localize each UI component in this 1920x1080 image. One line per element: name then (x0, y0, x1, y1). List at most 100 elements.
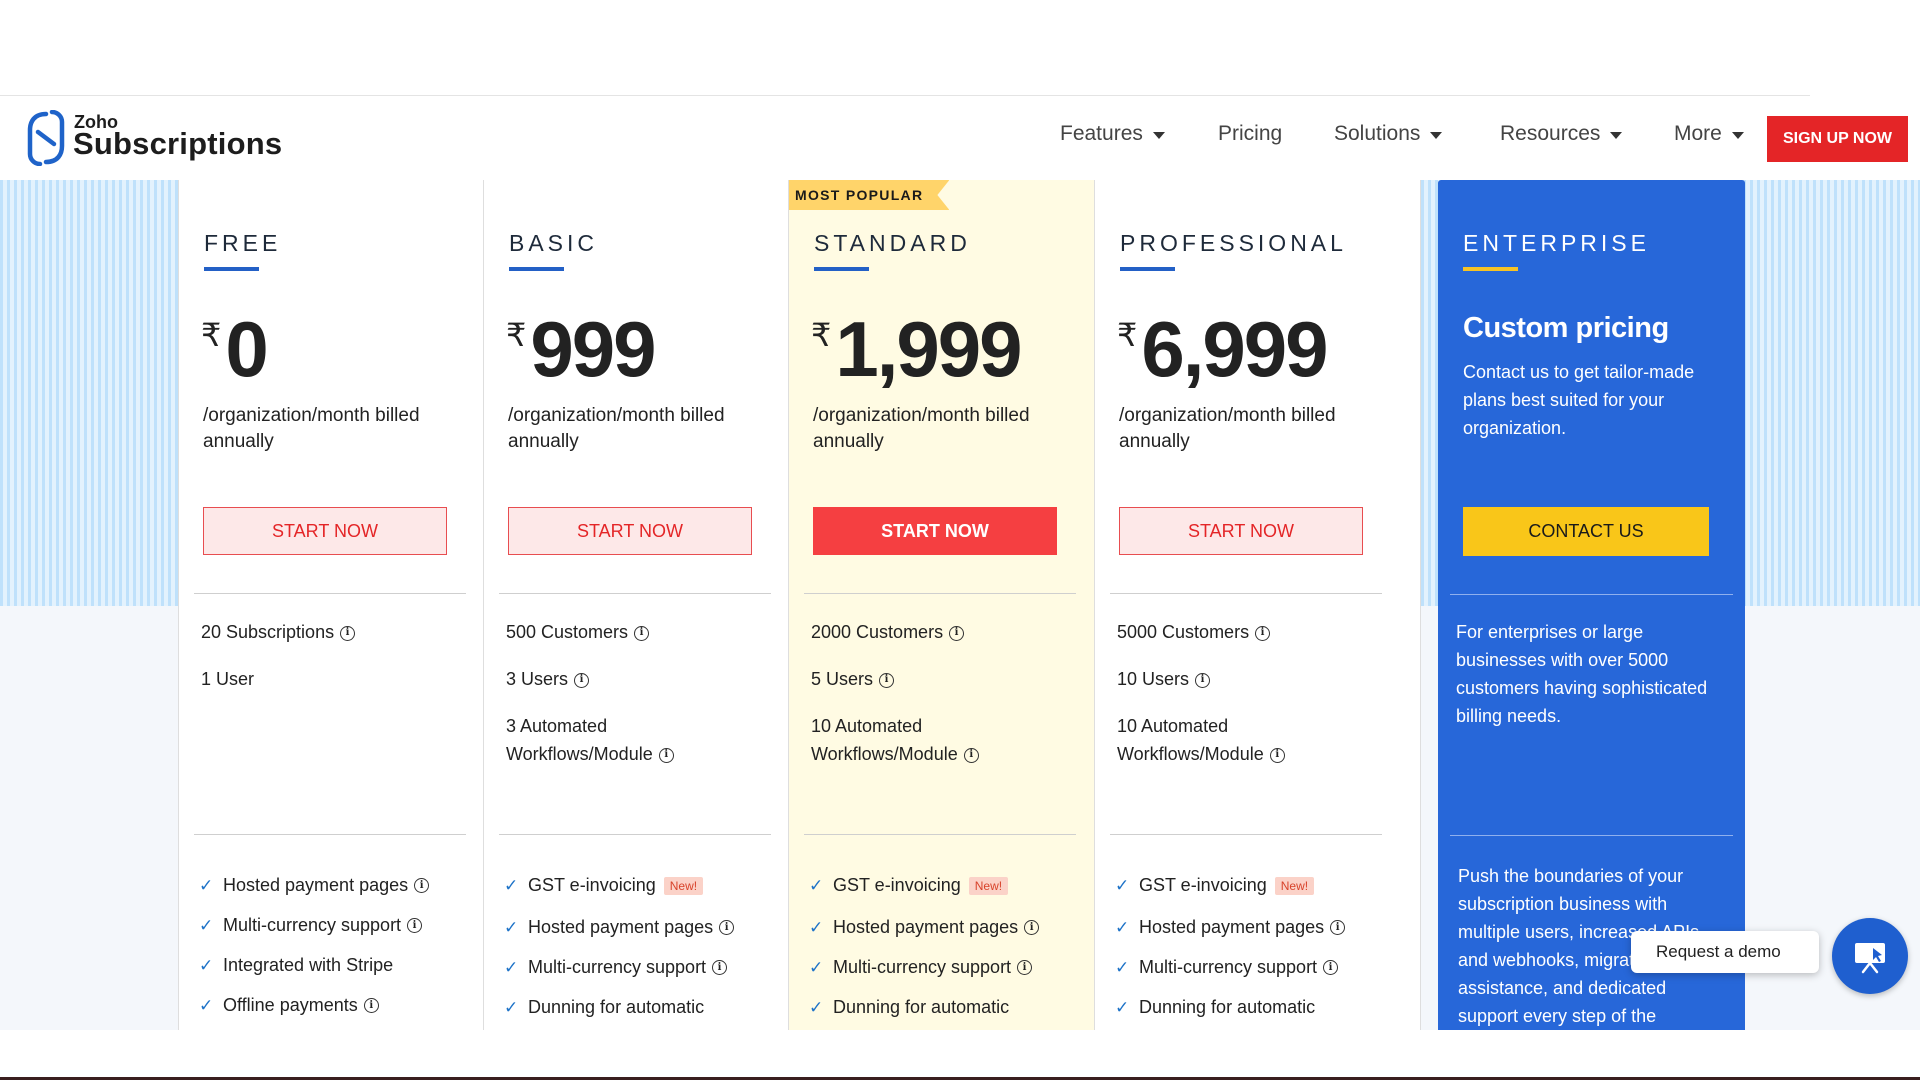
plan-card-enterprise: ENTERPRISE Custom pricing Contact us to … (1438, 180, 1745, 1030)
plan-name: STANDARD (814, 230, 971, 256)
navbar: Zoho Subscriptions Features Pricing Solu… (0, 96, 1920, 180)
nav-more[interactable]: More (1674, 122, 1744, 146)
nav-solutions-label: Solutions (1334, 122, 1421, 145)
plan-name-underline (204, 267, 259, 271)
plan-limit: 10 Automated Workflows/Module i (811, 712, 1011, 768)
check-icon: ✓ (1115, 997, 1130, 1017)
divider (194, 593, 466, 594)
info-icon[interactable]: i (1024, 920, 1040, 935)
request-demo-tooltip[interactable]: Request a demo (1631, 931, 1819, 973)
price-amount: 1,999 (835, 305, 1022, 393)
request-demo-button[interactable] (1832, 918, 1908, 994)
nav-resources-label: Resources (1500, 122, 1601, 145)
sign-up-button[interactable]: SIGN UP NOW (1767, 116, 1908, 162)
plan-name-underline (509, 267, 564, 271)
limit-text: 10 Automated Workflows/Module (811, 716, 958, 764)
feature-text: Hosted payment pages (223, 875, 409, 895)
check-icon: ✓ (809, 917, 824, 937)
plan-name-underline (814, 267, 869, 271)
plan-name: FREE (204, 230, 282, 256)
info-icon[interactable]: i (407, 918, 423, 933)
check-icon: ✓ (199, 915, 214, 935)
plan-limit: 2000 Customers i (811, 618, 1071, 646)
info-icon[interactable]: i (1255, 625, 1271, 641)
feature-item: ✓ Dunning for automatic (809, 997, 1009, 1018)
check-icon: ✓ (504, 875, 519, 895)
info-icon[interactable]: i (879, 672, 895, 688)
info-icon[interactable]: i (719, 920, 735, 935)
info-icon[interactable]: i (658, 747, 674, 763)
feature-item: ✓ Dunning for automatic (1115, 997, 1315, 1018)
currency-symbol: ₹ (1117, 317, 1138, 353)
nav-more-label: More (1674, 122, 1722, 145)
info-icon[interactable]: i (1330, 920, 1346, 935)
info-icon[interactable]: i (634, 625, 650, 641)
check-icon: ✓ (504, 997, 519, 1017)
chevron-down-icon (1731, 131, 1744, 139)
most-popular-ribbon: MOST POPULAR (789, 180, 949, 210)
info-icon[interactable]: i (340, 625, 356, 641)
limit-text: 3 Users (506, 669, 569, 689)
check-icon: ✓ (199, 875, 214, 895)
limit-text: 5 Users (811, 669, 874, 689)
info-icon[interactable]: i (963, 747, 979, 763)
plan-limit: 3 Users i (506, 665, 766, 693)
zoho-subscriptions-logo[interactable]: Zoho Subscriptions (26, 110, 286, 166)
nav-resources[interactable]: Resources (1500, 122, 1623, 146)
divider (499, 834, 771, 835)
check-icon: ✓ (809, 997, 824, 1017)
new-badge: New! (1274, 876, 1315, 895)
feature-item: ✓ GST e-invoicing New! (504, 875, 704, 896)
feature-text: GST e-invoicing (528, 875, 656, 895)
feature-text: Multi-currency support (223, 915, 402, 935)
plan-limit: 5 Users i (811, 665, 1071, 693)
start-now-button[interactable]: START NOW (813, 507, 1057, 555)
nav-pricing[interactable]: Pricing (1218, 122, 1282, 146)
start-now-button[interactable]: START NOW (508, 507, 752, 555)
presentation-icon (1855, 943, 1885, 974)
feature-text: Dunning for automatic (833, 997, 1010, 1017)
info-icon[interactable]: i (949, 625, 965, 641)
plan-card-standard: MOST POPULAR STANDARD ₹ 1,999 /organizat… (788, 180, 1095, 1030)
check-icon: ✓ (199, 995, 214, 1015)
plan-limit: 20 Subscriptions i (201, 618, 461, 646)
contact-us-button[interactable]: CONTACT US (1463, 507, 1709, 556)
check-icon: ✓ (1115, 917, 1130, 937)
info-icon[interactable]: i (712, 960, 728, 975)
info-icon[interactable]: i (1323, 960, 1339, 975)
info-icon[interactable]: i (1195, 672, 1211, 688)
check-icon: ✓ (504, 957, 519, 977)
limit-text: 3 Automated Workflows/Module (506, 716, 653, 764)
plan-name-underline (1120, 267, 1175, 271)
custom-pricing-title: Custom pricing (1463, 312, 1669, 344)
divider (1450, 835, 1733, 836)
feature-item: ✓ Dunning for automatic (504, 997, 704, 1018)
feature-item: ✓ Multi-currency support i (199, 915, 423, 936)
feature-item: ✓ Hosted payment pages i (1115, 917, 1346, 938)
nav-solutions[interactable]: Solutions (1334, 122, 1443, 146)
limit-text: 5000 Customers (1117, 622, 1250, 642)
feature-text: Hosted payment pages (833, 917, 1019, 937)
info-icon[interactable]: i (1017, 960, 1033, 975)
plan-limit: 500 Customers i (506, 618, 766, 646)
nav-features[interactable]: Features (1060, 122, 1165, 146)
info-icon[interactable]: i (1269, 747, 1285, 763)
billing-period: /organization/month billed annually (508, 405, 725, 452)
start-now-button[interactable]: START NOW (203, 507, 447, 555)
plan-limit: 5000 Customers i (1117, 618, 1377, 646)
check-icon: ✓ (504, 917, 519, 937)
info-icon[interactable]: i (574, 672, 590, 688)
currency-symbol: ₹ (201, 317, 222, 353)
feature-text: Offline payments (223, 995, 358, 1015)
divider (1110, 593, 1382, 594)
check-icon: ✓ (809, 957, 824, 977)
new-badge: New! (663, 876, 704, 895)
plan-limit: 1 User (201, 665, 461, 693)
check-icon: ✓ (809, 875, 824, 895)
info-icon[interactable]: i (363, 998, 379, 1013)
plan-card-professional: PROFESSIONAL ₹ 6,999 /organization/month… (1094, 180, 1421, 1030)
start-now-button[interactable]: START NOW (1119, 507, 1363, 555)
limit-text: 2000 Customers (811, 622, 944, 642)
info-icon[interactable]: i (414, 878, 430, 893)
divider (499, 593, 771, 594)
